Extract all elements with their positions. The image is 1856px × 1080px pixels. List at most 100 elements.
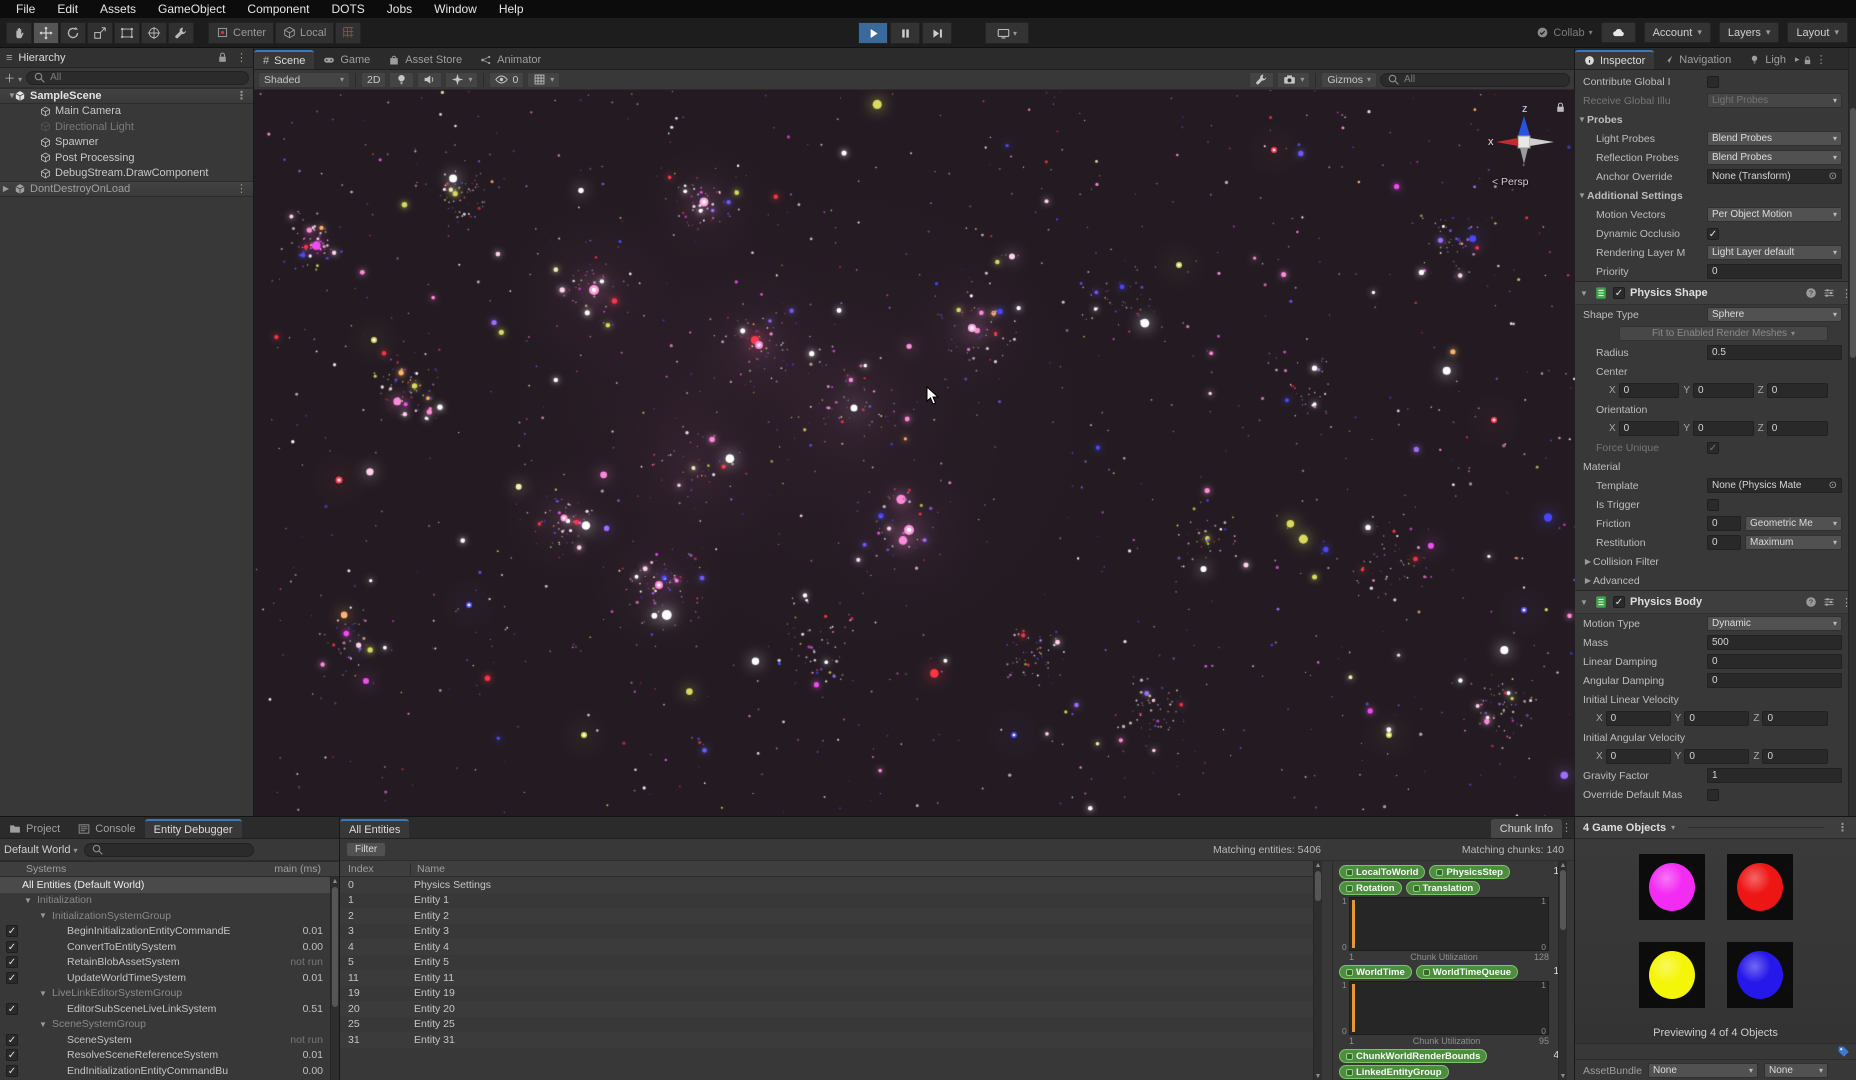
gizmos-dropdown[interactable]: Gizmos▾ [1321, 72, 1377, 88]
component-tag-worldtime[interactable]: WorldTime [1339, 965, 1412, 979]
gravity-factor-value-field[interactable]: 1 [1707, 768, 1842, 783]
component-enabled-checkbox[interactable]: ✓ [1613, 596, 1625, 608]
linear-damping-value-field[interactable]: 0 [1707, 654, 1842, 669]
system-row-updateworldtimesystem[interactable]: ✓UpdateWorldTimeSystem0.01 [0, 970, 339, 986]
tab-animator[interactable]: Animator [471, 50, 550, 69]
y-value-field[interactable]: 0 [1684, 711, 1749, 726]
menu-gameobject[interactable]: GameObject [147, 0, 236, 18]
menu-file[interactable]: File [5, 0, 46, 18]
system-row-retainblobassetsystem[interactable]: ✓RetainBlobAssetSystemnot run [0, 955, 339, 971]
entity-row-4[interactable]: 4Entity 4 [340, 939, 1322, 955]
system-row-initialization[interactable]: ▼Initialization [0, 893, 339, 909]
entity-row-31[interactable]: 31Entity 31 [340, 1032, 1322, 1048]
pause-button[interactable] [890, 22, 920, 44]
restitution-mode-dropdown[interactable]: Maximum▾ [1745, 535, 1842, 550]
menu-edit[interactable]: Edit [46, 0, 89, 18]
transform-tool-button[interactable] [141, 22, 167, 44]
component-header-physics-shape[interactable]: ▼✓Physics Shape?⋮ [1575, 281, 1856, 305]
tab-console[interactable]: Console [69, 819, 144, 838]
z-value-field[interactable]: 0 [1762, 749, 1828, 764]
z-value-field[interactable]: 0 [1767, 383, 1828, 398]
component-tag-chunkworldrenderbounds[interactable]: ChunkWorldRenderBounds [1339, 1049, 1487, 1063]
preview-menu-icon[interactable]: ⋮ [1837, 821, 1848, 834]
menu-window[interactable]: Window [423, 0, 488, 18]
assetbundle-dropdown[interactable]: None▾ [1648, 1063, 1758, 1078]
receive-global-illu-dropdown[interactable]: Light Probes▾ [1707, 93, 1842, 108]
layout-dropdown[interactable]: Layout▾ [1787, 22, 1848, 43]
component-tag-localtoworld[interactable]: LocalToWorld [1339, 865, 1425, 879]
override-default-mas-checkbox[interactable] [1707, 789, 1719, 801]
menu-help[interactable]: Help [488, 0, 535, 18]
tab-entity-debugger[interactable]: Entity Debugger [145, 819, 242, 838]
scene-viewport[interactable] [254, 90, 1575, 816]
layers-dropdown[interactable]: Layers▾ [1719, 22, 1780, 43]
step-button[interactable] [922, 22, 952, 44]
entity-row-20[interactable]: 20Entity 20 [340, 1001, 1322, 1017]
x-value-field[interactable]: 0 [1619, 421, 1680, 436]
hierarchy-item-main-camera[interactable]: Main Camera [0, 104, 253, 120]
z-value-field[interactable]: 0 [1767, 421, 1828, 436]
section-probes[interactable]: ▼Probes [1575, 110, 1856, 129]
system-row-initializationsystemgroup[interactable]: ▼InitializationSystemGroup [0, 908, 339, 924]
preview-tile-yellow-sphere[interactable] [1639, 942, 1705, 1008]
angular-damping-value-field[interactable]: 0 [1707, 673, 1842, 688]
object-picker-icon[interactable]: ⊙ [1829, 171, 1837, 182]
system-row-livelinkeditorsystemgroup[interactable]: ▼LiveLinkEditorSystemGroup [0, 986, 339, 1002]
menu-component[interactable]: Component [236, 0, 320, 18]
scene-audio-toggle[interactable] [417, 72, 442, 88]
hierarchy-dontdestroyonload[interactable]: ▶DontDestroyOnLoad⋮ [0, 181, 253, 197]
scene-camera-dropdown[interactable]: ▾ [1277, 72, 1310, 88]
hierarchy-scene-root[interactable]: ▼SampleScene⋮ [0, 88, 253, 104]
tab-ligh[interactable]: Ligh [1740, 50, 1795, 69]
y-value-field[interactable]: 0 [1693, 421, 1754, 436]
entities-menu-icon[interactable]: ⋮ [1561, 821, 1572, 834]
radius-value-field[interactable]: 0.5 [1707, 345, 1842, 360]
entity-row-19[interactable]: 19Entity 19 [340, 986, 1322, 1002]
scale-tool-button[interactable] [87, 22, 113, 44]
menu-jobs[interactable]: Jobs [376, 0, 423, 18]
component-enabled-checkbox[interactable]: ✓ [1613, 287, 1625, 299]
component-tag-physicsstep[interactable]: PhysicsStep [1429, 865, 1510, 879]
motion-vectors-dropdown[interactable]: Per Object Motion▾ [1707, 207, 1842, 222]
component-tag-rotation[interactable]: Rotation [1339, 881, 1402, 895]
object-picker-icon[interactable]: ⊙ [1829, 480, 1837, 491]
entity-row-3[interactable]: 3Entity 3 [340, 924, 1322, 940]
hierarchy-item-spawner[interactable]: Spawner [0, 135, 253, 151]
preview-tile-magenta-sphere[interactable] [1639, 854, 1705, 920]
entity-list-scrollbar[interactable]: ▲ ▼ [1313, 861, 1322, 1080]
system-enabled-checkbox[interactable]: ✓ [6, 1003, 18, 1015]
2d-toggle-button[interactable]: 2D [361, 72, 386, 88]
system-enabled-checkbox[interactable]: ✓ [6, 1065, 18, 1077]
scene-visibility-toggle[interactable]: 0 [489, 72, 524, 88]
system-enabled-checkbox[interactable]: ✓ [6, 972, 18, 984]
hierarchy-item-debugstream-drawcomponent[interactable]: DebugStream.DrawComponent [0, 166, 253, 182]
hierarchy-search-input[interactable]: All [26, 71, 249, 85]
scene-grid-dropdown[interactable]: ▾ [527, 72, 560, 88]
asset-label-tag-icon[interactable] [1837, 1045, 1850, 1058]
is-trigger-checkbox[interactable] [1707, 499, 1719, 511]
system-enabled-checkbox[interactable]: ✓ [6, 925, 18, 937]
system-row-all-entities-default-world-[interactable]: All Entities (Default World) [0, 877, 339, 893]
entity-row-11[interactable]: 11Entity 11 [340, 970, 1322, 986]
menu-assets[interactable]: Assets [89, 0, 147, 18]
hierarchy-item-directional-light[interactable]: Directional Light [0, 119, 253, 135]
world-dropdown[interactable]: Default World ▾ [4, 844, 78, 856]
pivot-toggle-button[interactable]: Center [208, 22, 274, 44]
system-row-scenesystem[interactable]: ✓SceneSystemnot run [0, 1032, 339, 1048]
create-add-button[interactable]: ＋ ▾ [4, 70, 22, 86]
friction-value-field[interactable]: 0 [1707, 516, 1741, 531]
system-enabled-checkbox[interactable]: ✓ [6, 941, 18, 953]
preview-drag-handle[interactable] [1688, 827, 1824, 828]
tab-inspector[interactable]: Inspector [1575, 50, 1654, 69]
preview-tile-blue-sphere[interactable] [1727, 942, 1793, 1008]
priority-value-field[interactable]: 0 [1707, 264, 1842, 279]
move-tool-button[interactable] [33, 22, 59, 44]
lock-icon[interactable] [216, 51, 229, 64]
tab-overflow-icon[interactable]: ▸ [1795, 54, 1800, 65]
systems-scrollbar[interactable]: ▲ [330, 877, 339, 1080]
restitution-value-field[interactable]: 0 [1707, 535, 1741, 550]
dontdestroy-menu-icon[interactable]: ⋮ [236, 182, 253, 195]
cloud-button[interactable] [1601, 22, 1636, 43]
rect-tool-button[interactable] [114, 22, 140, 44]
component-header-physics-body[interactable]: ▼✓Physics Body?⋮ [1575, 590, 1856, 614]
